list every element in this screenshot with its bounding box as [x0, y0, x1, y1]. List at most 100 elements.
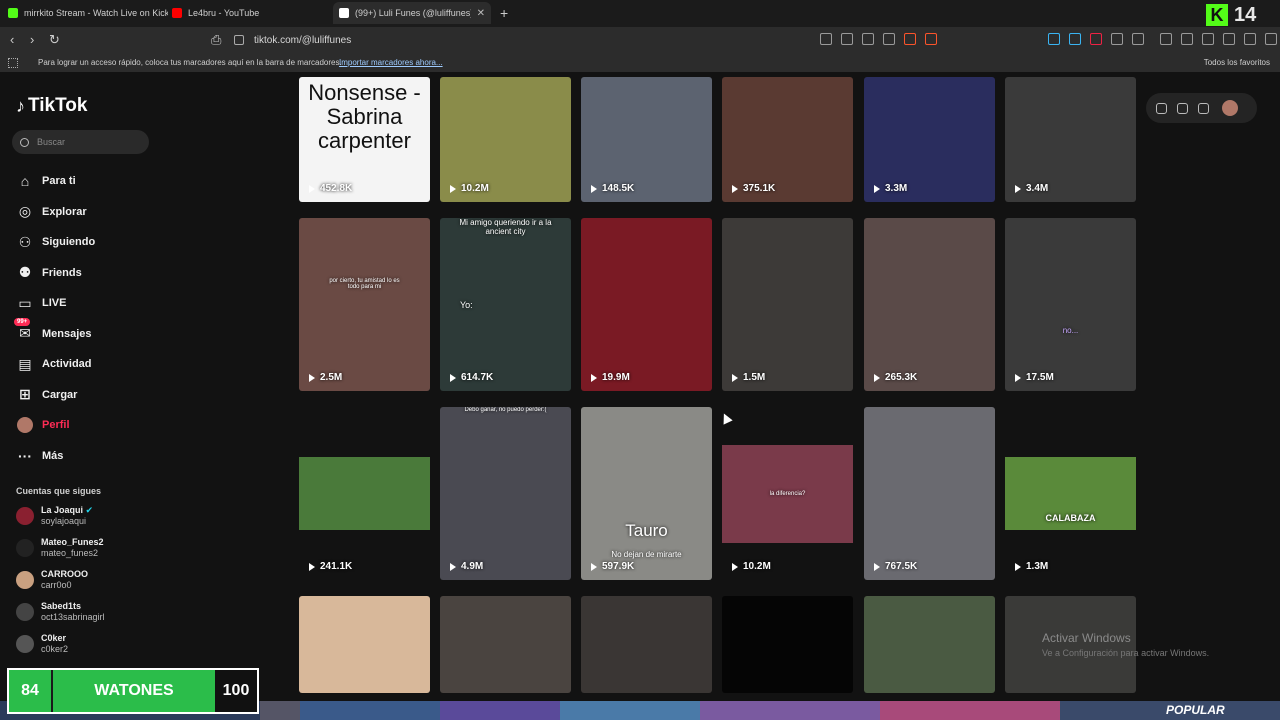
tab-youtube[interactable]: Le4bru - YouTube — [172, 2, 322, 24]
sidebar-item-label: Explorar — [42, 205, 87, 218]
import-bookmarks-link[interactable]: Importar marcadores ahora... — [339, 58, 443, 67]
cast-icon[interactable] — [841, 33, 853, 45]
extension-icon[interactable] — [1069, 33, 1081, 45]
address-tools — [820, 33, 937, 45]
extension-icon[interactable] — [1048, 33, 1060, 45]
puzzle-icon[interactable] — [1111, 33, 1123, 45]
video-thumbnail[interactable]: 148.5K — [581, 77, 712, 202]
device-icon[interactable] — [1177, 102, 1188, 114]
verified-icon: ✔ — [85, 505, 94, 515]
video-thumbnail[interactable]: Nonsense - Sabrina carpenter 452.8K — [299, 77, 430, 202]
tiktok-favicon-icon — [339, 8, 349, 18]
video-thumbnail[interactable]: 241.1K — [299, 407, 430, 580]
sidebar-item-explorar[interactable]: ◎ Explorar — [16, 197, 95, 228]
sidebar-item-friends[interactable]: ⚉ Friends — [16, 258, 95, 289]
tiktok-note-icon: ♪ — [16, 95, 25, 116]
apps-icon[interactable] — [8, 58, 18, 68]
avatar[interactable] — [1222, 100, 1238, 116]
video-caption: Yo: — [460, 300, 473, 310]
video-thumbnail[interactable]: por cierto, tu amistad lo es todo para m… — [299, 218, 430, 391]
video-thumbnail[interactable] — [864, 596, 995, 693]
view-count: 1.5M — [732, 372, 765, 383]
video-caption: CALABAZA — [1045, 513, 1096, 523]
download-icon[interactable] — [1198, 102, 1209, 114]
leo-icon[interactable] — [1223, 33, 1235, 45]
site-info-icon[interactable] — [234, 35, 244, 45]
windows-watermark-title: Activar Windows — [1042, 631, 1131, 645]
kick-follower-badge: K 14 — [1206, 3, 1276, 27]
url-text: tiktok.com/@luliffunes — [254, 34, 352, 46]
following-item[interactable]: Mateo_Funes2 mateo_funes2 — [16, 537, 104, 559]
sidebar-item-para-ti[interactable]: ⌂ Para ti — [16, 166, 95, 197]
tab-kick[interactable]: mirrkito Stream - Watch Live on Kick — [8, 2, 168, 24]
back-icon[interactable]: ‹ — [10, 32, 14, 47]
video-thumbnail[interactable]: 265.3K — [864, 218, 995, 391]
reload-icon[interactable]: ↻ — [49, 32, 60, 48]
avatar — [16, 635, 34, 653]
view-count: 597.9K — [591, 561, 634, 572]
video-thumbnail[interactable]: 767.5K — [864, 407, 995, 580]
video-thumbnail[interactable]: 19.9M — [581, 218, 712, 391]
sidebar-icon[interactable] — [1181, 33, 1193, 45]
sidebar-item-label: Cargar — [42, 388, 78, 401]
all-bookmarks-folder[interactable]: Todos los favoritos — [1204, 58, 1270, 67]
browser-tabbar: mirrkito Stream - Watch Live on Kick Le4… — [0, 0, 1280, 27]
video-thumbnail[interactable]: 1.5M — [722, 218, 853, 391]
tiktok-logo[interactable]: ♪ TikTok — [16, 95, 87, 117]
search-input[interactable]: Buscar — [12, 130, 149, 154]
menu-icon[interactable] — [1265, 33, 1277, 45]
compass-icon: ◎ — [18, 203, 32, 220]
sidebar-item-actividad[interactable]: ▤ Actividad — [16, 349, 95, 380]
media-icon[interactable] — [1160, 33, 1172, 45]
vpn-icon[interactable] — [1244, 33, 1256, 45]
translate-icon[interactable] — [862, 33, 874, 45]
edit-icon[interactable] — [883, 33, 895, 45]
shield-icon[interactable] — [904, 33, 916, 45]
strip-segment — [700, 701, 880, 720]
extension-icon[interactable] — [1090, 33, 1102, 45]
video-thumbnail[interactable]: no... 17.5M — [1005, 218, 1136, 391]
forward-icon[interactable]: › — [30, 32, 34, 47]
bookmark-icon[interactable]: ⎙ — [211, 32, 221, 48]
video-thumbnail[interactable] — [299, 596, 430, 693]
video-thumbnail[interactable] — [440, 596, 571, 693]
video-thumbnail[interactable]: Tauro No dejan de mirarte 597.9K — [581, 407, 712, 580]
overlay-left-count: 84 — [9, 670, 51, 712]
sidebar-item-perfil[interactable]: Perfil — [16, 410, 95, 441]
rewards-icon[interactable] — [925, 33, 937, 45]
explore-icon[interactable] — [1156, 102, 1167, 114]
video-thumbnail[interactable]: Mi amigo queriendo ir a la ancient city … — [440, 218, 571, 391]
screenshot-icon[interactable] — [1132, 33, 1144, 45]
video-thumbnail[interactable]: 10.2M — [440, 77, 571, 202]
video-thumbnail[interactable]: 3.4M — [1005, 77, 1136, 202]
following-item[interactable]: CARROOO carr0o0 — [16, 569, 88, 591]
video-thumbnail[interactable]: Debo ganar, no puedo perder:( 4.9M — [440, 407, 571, 580]
new-tab-icon[interactable]: + — [500, 5, 508, 21]
tracking-icon[interactable] — [820, 33, 832, 45]
sidebar-item-label: Para ti — [42, 175, 76, 188]
play-icon — [309, 373, 315, 382]
video-thumbnail[interactable]: la diferencia? 10.2M — [722, 407, 853, 580]
video-caption: Nonsense - Sabrina carpenter — [308, 80, 421, 153]
video-thumbnail[interactable]: 3.3M — [864, 77, 995, 202]
following-item[interactable]: La Joaqui ✔ soylajoaqui — [16, 505, 93, 527]
tab-tiktok[interactable]: (99+) Luli Funes (@luliffunes) | Ti ✕ — [333, 2, 491, 24]
sidebar-item-live[interactable]: ▭ LIVE — [16, 288, 95, 319]
wallet-icon[interactable] — [1202, 33, 1214, 45]
sidebar-item-mensajes[interactable]: ✉ 99+ Mensajes — [14, 317, 95, 350]
close-tab-icon[interactable]: ✕ — [471, 8, 491, 19]
video-thumbnail[interactable]: 375.1K — [722, 77, 853, 202]
video-thumbnail[interactable] — [722, 596, 853, 693]
following-item[interactable]: Sabed1ts oct13sabrinagirl — [16, 601, 105, 623]
view-count: 19.9M — [591, 372, 630, 383]
video-thumbnail[interactable] — [581, 596, 712, 693]
following-item[interactable]: C0ker c0ker2 — [16, 633, 68, 655]
following-handle: c0ker2 — [41, 644, 69, 654]
sidebar-item-siguiendo[interactable]: ⚇ Siguiendo — [16, 227, 95, 258]
strip-segment — [560, 701, 700, 720]
video-thumbnail[interactable]: CALABAZA 1.3M — [1005, 407, 1136, 580]
following-name: Mateo_Funes2 — [41, 537, 104, 547]
sidebar-item-cargar[interactable]: ⊞ Cargar — [16, 380, 95, 411]
url-field[interactable]: tiktok.com/@luliffunes — [234, 31, 351, 49]
sidebar-item-mas[interactable]: ··· Más — [16, 441, 95, 472]
